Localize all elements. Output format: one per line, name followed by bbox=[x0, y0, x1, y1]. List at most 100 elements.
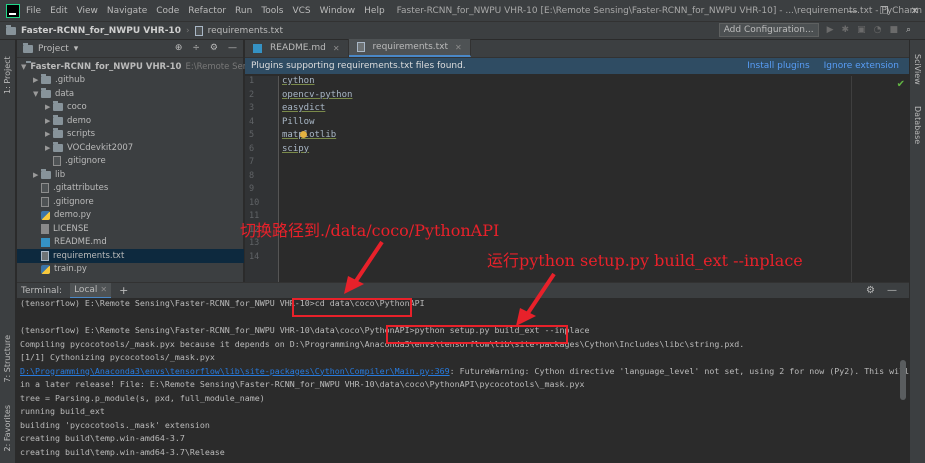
stop-icon[interactable]: ■ bbox=[889, 25, 898, 35]
chevron-down-icon[interactable]: ▾ bbox=[74, 44, 79, 54]
tree-item[interactable]: ▶ lib bbox=[17, 168, 244, 182]
minimize-button[interactable]: — bbox=[848, 6, 858, 17]
tree-item[interactable]: ▼ data bbox=[17, 87, 244, 101]
terminal-file-link[interactable]: D:\Programming\Anaconda3\envs\tensorflow… bbox=[20, 366, 450, 376]
python-file-icon bbox=[41, 264, 50, 274]
gear-icon[interactable]: ⚙ bbox=[866, 285, 875, 296]
menu-item-help[interactable]: Help bbox=[364, 6, 385, 16]
add-configuration-button[interactable]: Add Configuration... bbox=[718, 23, 819, 37]
favorites-tool-tab[interactable]: 2: Favorites bbox=[3, 405, 12, 451]
tree-item[interactable]: ▶ coco bbox=[17, 101, 244, 115]
tree-item-label: scripts bbox=[67, 129, 96, 140]
project-panel-title[interactable]: Project bbox=[38, 44, 69, 54]
collapsed-arrow-icon[interactable]: ▶ bbox=[45, 144, 53, 152]
tree-item-label: .github bbox=[55, 75, 85, 86]
tree-item-label: demo.py bbox=[54, 210, 92, 221]
close-icon[interactable]: ✕ bbox=[455, 43, 462, 52]
menu-item-window[interactable]: Window bbox=[320, 6, 356, 16]
tree-item-label: train.py bbox=[54, 264, 87, 275]
plugin-banner: Plugins supporting requirements.txt file… bbox=[245, 58, 909, 74]
code-text: Pillow bbox=[282, 116, 315, 127]
window-title: Faster-RCNN_for_NWPU VHR-10 [E:\Remote S… bbox=[396, 5, 922, 16]
expanded-arrow-icon[interactable]: ▼ bbox=[21, 63, 26, 71]
collapsed-arrow-icon[interactable]: ▶ bbox=[33, 76, 41, 84]
terminal-output[interactable]: (tensorflow) E:\Remote Sensing\Faster-RC… bbox=[17, 298, 909, 463]
collapsed-arrow-icon[interactable]: ▶ bbox=[45, 130, 53, 138]
project-tree: ▼ Faster-RCNN_for_NWPU VHR-10 E:\Remote Se… bbox=[17, 60, 266, 277]
menu-item-refactor[interactable]: Refactor bbox=[188, 6, 226, 16]
markdown-file-icon bbox=[253, 43, 262, 53]
terminal-scrollbar[interactable] bbox=[900, 360, 906, 400]
locate-icon[interactable]: ⊕ bbox=[175, 43, 183, 53]
project-tool-tab[interactable]: 1: Project bbox=[3, 46, 12, 94]
collapsed-arrow-icon[interactable]: ▶ bbox=[45, 117, 53, 125]
tree-item[interactable]: LICENSE bbox=[17, 222, 244, 236]
menu-item-edit[interactable]: Edit bbox=[50, 6, 67, 16]
tree-item[interactable]: ▶ demo bbox=[17, 114, 244, 128]
run-icon[interactable]: ▶ bbox=[827, 25, 834, 35]
tree-item[interactable]: ▶ VOCdevkit2007 bbox=[17, 141, 244, 155]
coverage-icon[interactable]: ▣ bbox=[857, 25, 866, 35]
breadcrumb-project[interactable]: Faster-RCNN_for_NWPU VHR-10 bbox=[21, 26, 181, 36]
collapsed-arrow-icon[interactable]: ▶ bbox=[45, 103, 53, 111]
menu-item-view[interactable]: View bbox=[77, 6, 98, 16]
tree-item[interactable]: README.md bbox=[17, 236, 244, 250]
left-tool-strip: 1: Project 7: Structure 2: Favorites bbox=[0, 40, 16, 463]
hide-icon[interactable]: — bbox=[228, 43, 237, 53]
menu-item-tools[interactable]: Tools bbox=[261, 6, 283, 16]
ignore-extension-link[interactable]: Ignore extension bbox=[824, 61, 899, 71]
collapsed-arrow-icon[interactable]: ▶ bbox=[33, 171, 41, 179]
tree-item[interactable]: .gitignore bbox=[17, 155, 244, 169]
breadcrumb-file[interactable]: requirements.txt bbox=[208, 26, 283, 36]
new-terminal-button[interactable]: + bbox=[119, 284, 128, 297]
close-icon[interactable]: ✕ bbox=[333, 44, 340, 53]
menu-item-vcs[interactable]: VCS bbox=[292, 6, 310, 16]
close-icon[interactable]: ✕ bbox=[100, 285, 107, 294]
structure-tool-tab[interactable]: 7: Structure bbox=[3, 335, 12, 383]
code-line: easydict bbox=[281, 103, 841, 117]
folder-icon bbox=[41, 168, 51, 179]
terminal-label: Terminal: bbox=[21, 285, 63, 296]
code-line: scipy bbox=[281, 144, 841, 158]
code-text: scipy bbox=[282, 143, 310, 154]
tree-item[interactable]: .gitignore bbox=[17, 195, 244, 209]
terminal-text: tree = Parsing.p_module(s, pxd, full_mod… bbox=[20, 392, 265, 403]
tab-readme[interactable]: README.md ✕ bbox=[245, 39, 349, 57]
menu-item-code[interactable]: Code bbox=[156, 6, 179, 16]
close-window-button[interactable]: ✕ bbox=[911, 6, 919, 17]
sciview-tool-tab[interactable]: SciView bbox=[913, 54, 922, 85]
git-file-icon bbox=[41, 196, 49, 207]
tree-item[interactable]: requirements.txt bbox=[17, 249, 244, 263]
lightbulb-icon[interactable] bbox=[300, 131, 307, 138]
highlight-cd-command bbox=[292, 298, 412, 317]
debug-icon[interactable]: ✱ bbox=[842, 25, 850, 35]
tree-item[interactable]: train.py bbox=[17, 263, 244, 277]
search-everywhere-icon[interactable]: ⌕ bbox=[906, 25, 911, 35]
line-number: 14 bbox=[249, 251, 260, 262]
database-tool-tab[interactable]: Database bbox=[913, 106, 922, 144]
terminal-text: creating build\temp.win-amd64-3.7 bbox=[20, 433, 185, 443]
terminal-tab-local[interactable]: Local ✕ bbox=[70, 282, 112, 299]
menu-item-run[interactable]: Run bbox=[235, 6, 252, 16]
tree-item[interactable]: ▼ Faster-RCNN_for_NWPU VHR-10 E:\Remote Se… bbox=[17, 60, 266, 74]
text-file-icon bbox=[41, 250, 49, 261]
menu-item-file[interactable]: File bbox=[26, 6, 41, 16]
tree-item[interactable]: ▶ scripts bbox=[17, 128, 244, 142]
git-file-icon bbox=[53, 156, 61, 167]
terminal-line: creating build\temp.win-amd64-3.7 bbox=[20, 433, 909, 447]
menu-item-navigate[interactable]: Navigate bbox=[107, 6, 147, 16]
tab-requirements[interactable]: requirements.txt ✕ bbox=[348, 39, 471, 57]
tree-item[interactable]: demo.py bbox=[17, 209, 244, 223]
terminal-tab-label: Local bbox=[74, 284, 98, 295]
expanded-arrow-icon[interactable]: ▼ bbox=[33, 90, 41, 98]
terminal-line: running build_ext bbox=[20, 406, 909, 420]
profile-icon[interactable]: ◔ bbox=[874, 25, 882, 35]
maximize-button[interactable]: ❐ bbox=[880, 6, 889, 17]
tree-item[interactable]: .gitattributes bbox=[17, 182, 244, 196]
hide-icon[interactable]: — bbox=[887, 285, 897, 296]
tree-item[interactable]: ▶ .github bbox=[17, 74, 244, 88]
gear-icon[interactable]: ⚙ bbox=[210, 43, 218, 53]
collapse-all-icon[interactable]: ÷ bbox=[192, 43, 200, 53]
install-plugins-link[interactable]: Install plugins bbox=[747, 61, 809, 71]
